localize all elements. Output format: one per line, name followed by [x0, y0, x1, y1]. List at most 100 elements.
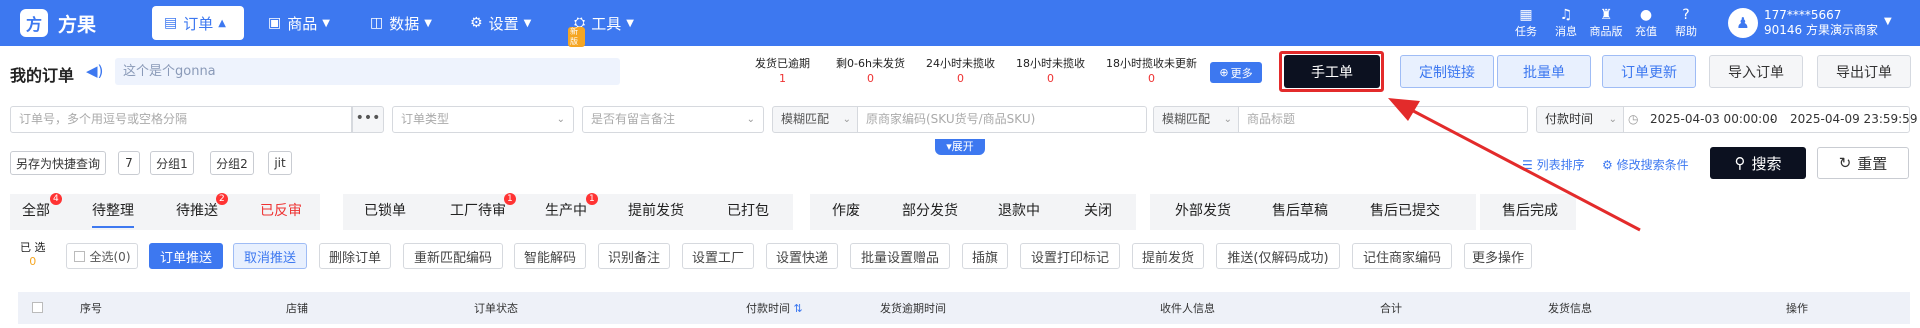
col-pay-time[interactable]: 付款时间 ⇅ [746, 300, 803, 316]
order-update-button[interactable]: 订单更新 [1602, 55, 1696, 88]
import-order-button[interactable]: 导入订单 [1709, 55, 1803, 88]
search-icon: ⚲ [1734, 154, 1746, 172]
tab-early-ship[interactable]: 提前发货 [628, 200, 684, 220]
goods-title-input[interactable]: 商品标题 [1238, 106, 1528, 133]
tab-external-ship[interactable]: 外部发货 [1175, 200, 1231, 220]
message-button[interactable]: ♫ 消息 [1546, 7, 1586, 39]
op-delete-order[interactable]: 删除订单 [319, 243, 391, 269]
tab-closed[interactable]: 关闭 [1084, 200, 1112, 220]
op-remember-code[interactable]: 记住商家编码 [1352, 243, 1452, 269]
nav-tools[interactable]: ⛭ 新版 工具 ▼ [562, 6, 646, 47]
count-badge: 1 [586, 193, 598, 205]
recharge-button[interactable]: ● 充值 [1626, 7, 1666, 39]
chevron-down-icon[interactable]: ▼ [1884, 16, 1892, 27]
header-checkbox[interactable] [32, 302, 43, 313]
op-recognize-remark[interactable]: 识别备注 [598, 243, 670, 269]
save-quick-query-button[interactable]: 另存为快捷查询 [10, 151, 106, 175]
date-separator: - [1770, 112, 1775, 126]
count-badge: 4 [50, 193, 62, 205]
col-order-status: 订单状态 [474, 302, 518, 315]
op-cancel-push[interactable]: 取消推送 [233, 243, 307, 269]
tab-factory-review[interactable]: 工厂待审 1 [450, 193, 516, 220]
tab-all[interactable]: 全部 4 [22, 193, 62, 220]
op-set-factory[interactable]: 设置工厂 [682, 243, 754, 269]
nav-orders[interactable]: ▤ 订单 ▲ [152, 6, 244, 40]
order-no-input[interactable]: 订单号，多个用逗号或空格分隔 [10, 106, 352, 133]
nav-data[interactable]: ◫ 数据 ▼ [358, 6, 444, 40]
quick-tag-jit[interactable]: jit [268, 151, 292, 175]
op-push-decoded[interactable]: 推送(仅解码成功) [1216, 243, 1340, 269]
tab-partial-ship[interactable]: 部分发货 [902, 200, 958, 220]
match-select-2[interactable]: 模糊匹配 ⌄ [1153, 106, 1239, 133]
col-shop: 店铺 [286, 302, 308, 315]
date-from: 2025-04-03 00:00:00 [1650, 112, 1778, 126]
quick-tag-group1[interactable]: 分组1 [150, 151, 194, 175]
tab-locked[interactable]: 已锁单 [364, 200, 406, 220]
export-order-button[interactable]: 导出订单 [1817, 55, 1911, 88]
op-smart-decode[interactable]: 智能解码 [514, 243, 586, 269]
quick-tag-7[interactable]: 7 [118, 151, 140, 175]
remark-select[interactable]: 是否有留言备注 ⌄ [582, 106, 764, 133]
task-button[interactable]: ▦ 任务 [1506, 7, 1546, 39]
chevron-down-icon: ⌄ [1608, 114, 1617, 125]
speaker-icon: ◀) [86, 62, 104, 80]
chart-icon: ◫ [370, 15, 384, 31]
avatar[interactable]: ♟ [1728, 8, 1758, 38]
reset-button[interactable]: ↻ 重置 [1817, 147, 1909, 179]
modify-search-link[interactable]: ⚙ 修改搜索条件 [1602, 156, 1689, 173]
match-select-1[interactable]: 模糊匹配 ⌄ [772, 106, 858, 133]
order-type-select[interactable]: 订单类型 ⌄ [392, 106, 574, 133]
expand-button[interactable]: ▾展开 [935, 139, 985, 155]
tab-refunding[interactable]: 退款中 [998, 200, 1040, 220]
col-actions: 操作 [1786, 302, 1808, 315]
col-ship-overdue: 发货逾期时间 [880, 302, 946, 315]
chevron-down-icon: ▼ [626, 17, 634, 29]
op-more[interactable]: 更多操作 [1464, 243, 1532, 269]
help-button[interactable]: ? 帮助 [1666, 7, 1706, 39]
stat-18h[interactable]: 18小时未揽收 0 [1016, 56, 1085, 86]
tab-to-push[interactable]: 待推送 2 [176, 193, 228, 220]
count-badge: 2 [216, 193, 228, 205]
tab-aftersale-done[interactable]: 售后完成 [1502, 200, 1558, 220]
chevron-up-icon: ▲ [218, 17, 226, 29]
tab-void[interactable]: 作废 [832, 200, 860, 220]
tab-packed[interactable]: 已打包 [727, 200, 769, 220]
col-total: 合计 [1380, 302, 1402, 315]
nav-settings[interactable]: ⚙ 设置 ▼ [458, 6, 543, 40]
quick-tag-group2[interactable]: 分组2 [210, 151, 254, 175]
gear-icon: ⚙ [470, 15, 483, 31]
select-all-checkbox[interactable]: 全选(0) [66, 243, 138, 269]
op-rematch-code[interactable]: 重新匹配编码 [403, 243, 503, 269]
tab-aftersale-draft[interactable]: 售后草稿 [1272, 200, 1328, 220]
more-stats-button[interactable]: ⊕ 更多 [1210, 62, 1262, 83]
tab-reverse-audit[interactable]: 已反审 [260, 200, 302, 220]
tab-to-organize[interactable]: 待整理 [92, 200, 134, 228]
custom-link-button[interactable]: 定制链接 [1400, 55, 1494, 88]
goods-version-button[interactable]: ♜ 商品版 [1586, 7, 1626, 39]
chevron-down-icon: ⌄ [556, 114, 565, 125]
more-dots-button[interactable]: ••• [352, 106, 384, 133]
user-info[interactable]: 177****5667 90146 方果演示商家 [1764, 8, 1878, 38]
sku-input[interactable]: 原商家编码(SKU货号/商品SKU) [857, 106, 1147, 133]
stat-overdue[interactable]: 发货已逾期 1 [755, 56, 810, 86]
task-icon: ▦ [1519, 7, 1533, 23]
op-push-order[interactable]: 订单推送 [149, 243, 223, 269]
tab-aftersale-submitted[interactable]: 售后已提交 [1370, 200, 1440, 220]
op-batch-gift[interactable]: 批量设置赠品 [850, 243, 950, 269]
op-print-mark[interactable]: 设置打印标记 [1020, 243, 1120, 269]
op-early-ship[interactable]: 提前发货 [1132, 243, 1204, 269]
chevron-down-icon: ▼ [523, 17, 532, 29]
bell-icon: ♫ [1559, 7, 1573, 23]
tab-producing[interactable]: 生产中 1 [545, 193, 598, 220]
stat-0-6h[interactable]: 剩0-6h未发货 0 [836, 56, 905, 86]
list-sort-link[interactable]: ☰ 列表排序 [1522, 156, 1585, 173]
op-flag[interactable]: 插旗 [962, 243, 1008, 269]
batch-order-button[interactable]: 批量单 [1497, 55, 1591, 88]
time-type-select[interactable]: 付款时间 ⌄ [1536, 106, 1624, 133]
op-set-express[interactable]: 设置快递 [766, 243, 838, 269]
search-button[interactable]: ⚲ 搜索 [1710, 147, 1806, 179]
stat-24h[interactable]: 24小时未揽收 0 [926, 56, 995, 86]
nav-products[interactable]: ▣ 商品 ▼ [256, 6, 342, 40]
logo[interactable]: 方 方果 [20, 9, 96, 37]
stat-18h-update[interactable]: 18小时揽收未更新 0 [1106, 56, 1197, 86]
